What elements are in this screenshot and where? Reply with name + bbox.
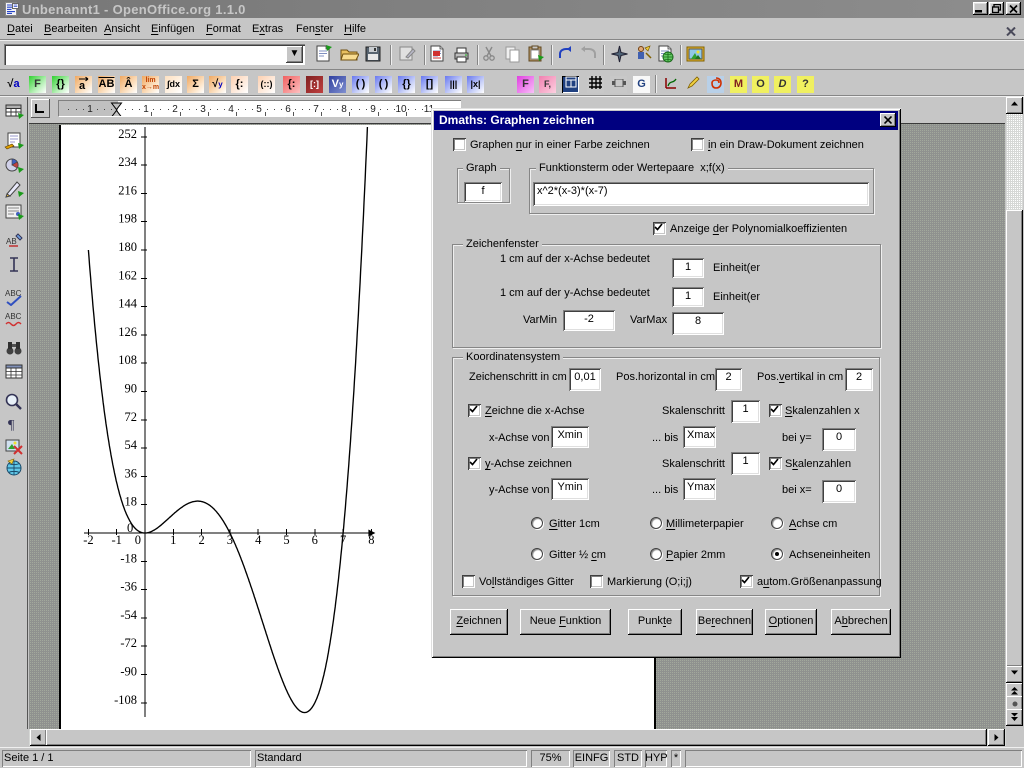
svg-text:4: 4 — [255, 533, 262, 547]
svg-text:-108: -108 — [114, 693, 137, 707]
svg-text:-1: -1 — [111, 533, 121, 547]
svg-text:-36: -36 — [120, 580, 137, 594]
svg-text:6: 6 — [312, 533, 318, 547]
svg-text:8: 8 — [368, 533, 374, 547]
svg-text:1: 1 — [170, 533, 176, 547]
svg-text:3: 3 — [227, 533, 233, 547]
svg-text:-2: -2 — [83, 533, 93, 547]
svg-text:a: a — [79, 80, 86, 91]
svg-text:-90: -90 — [120, 665, 137, 679]
svg-text:234: 234 — [118, 155, 138, 169]
svg-text:54: 54 — [125, 438, 138, 452]
svg-text:108: 108 — [118, 353, 137, 367]
svg-text:72: 72 — [125, 410, 138, 424]
svg-text:162: 162 — [118, 268, 137, 282]
svg-text:2: 2 — [198, 533, 204, 547]
svg-text:-54: -54 — [120, 608, 137, 622]
svg-text:¶: ¶ — [8, 418, 15, 433]
svg-text:144: 144 — [118, 297, 138, 311]
svg-text:0: 0 — [135, 533, 141, 547]
svg-text:198: 198 — [118, 212, 137, 226]
svg-text:36: 36 — [125, 466, 138, 480]
svg-text:AB: AB — [6, 237, 17, 246]
svg-text:0: 0 — [127, 521, 133, 535]
svg-text:-72: -72 — [120, 636, 137, 650]
svg-text:5: 5 — [283, 533, 289, 547]
svg-text:-18: -18 — [120, 551, 137, 565]
svg-text:18: 18 — [125, 495, 138, 509]
svg-text:126: 126 — [118, 325, 137, 339]
svg-text:180: 180 — [118, 240, 137, 254]
svg-text:216: 216 — [118, 183, 137, 197]
svg-text:7: 7 — [340, 533, 346, 547]
svg-text:90: 90 — [125, 382, 138, 396]
svg-text:ABC: ABC — [5, 312, 22, 321]
svg-text:252: 252 — [118, 127, 137, 141]
